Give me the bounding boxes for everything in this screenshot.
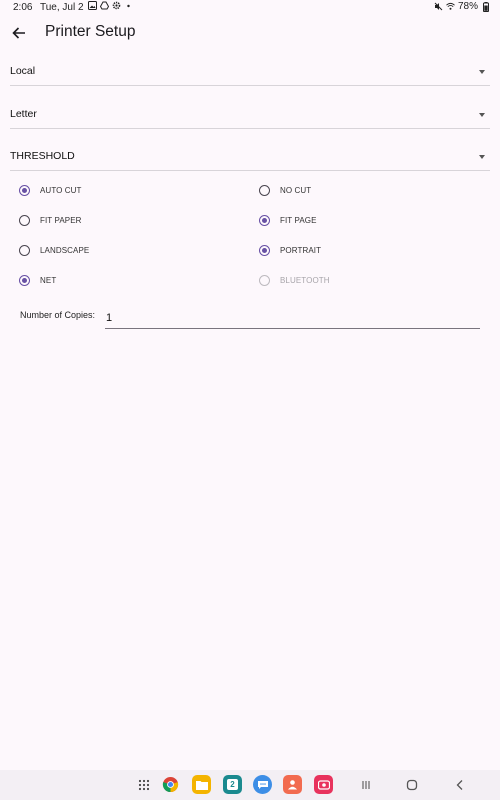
battery-percent: 78% <box>457 1 478 12</box>
gallery-icon <box>88 1 97 10</box>
mute-icon <box>434 2 443 11</box>
copies-input[interactable] <box>105 307 480 329</box>
radio-indicator <box>19 244 30 256</box>
option-label: NET <box>40 275 57 285</box>
option-no-cut[interactable]: NO CUT <box>259 182 311 198</box>
option-label: PORTRAIT <box>280 245 322 255</box>
back-icon[interactable] <box>452 778 468 792</box>
option-bluetooth[interactable]: BLUETOOTH <box>259 272 330 288</box>
radio-indicator <box>259 184 270 196</box>
settings-gear-icon <box>112 1 121 10</box>
option-auto-cut[interactable]: AUTO CUT <box>19 182 82 198</box>
connection-type-dropdown[interactable]: Local <box>10 59 490 86</box>
navigation-bar: 2 <box>0 770 500 800</box>
option-label: BLUETOOTH <box>280 275 330 285</box>
calendar-day: 2 <box>227 779 238 790</box>
option-portrait[interactable]: PORTRAIT <box>259 242 321 258</box>
radio-selected-dot <box>22 277 27 283</box>
chrome-icon[interactable] <box>161 775 180 794</box>
wifi-icon <box>446 2 455 11</box>
option-net[interactable]: NET <box>19 272 56 288</box>
option-label: NO CUT <box>280 185 312 195</box>
dot-icon <box>124 1 133 10</box>
radio-selected-dot <box>262 217 267 223</box>
radio-indicator <box>19 214 30 226</box>
radio-indicator <box>259 244 270 256</box>
notification-icons <box>88 1 133 10</box>
dither-mode-dropdown[interactable]: THRESHOLD <box>10 144 490 171</box>
radio-indicator <box>259 274 270 286</box>
drive-icon <box>100 1 109 10</box>
radio-indicator <box>19 184 30 196</box>
system-status-icons: 78% <box>434 1 490 12</box>
option-label: LANDSCAPE <box>40 245 90 255</box>
arrow-left-icon <box>12 27 25 39</box>
dropdown-arrow-icon <box>479 113 485 117</box>
battery-icon <box>481 1 490 12</box>
copies-label: Number of Copies: <box>20 310 96 320</box>
home-icon[interactable] <box>404 778 420 792</box>
app-drawer-icon[interactable] <box>134 775 153 794</box>
contacts-icon[interactable] <box>283 775 302 794</box>
screen-recorder-icon[interactable] <box>314 775 333 794</box>
option-label: AUTO CUT <box>40 185 82 195</box>
status-time: 2:06 <box>13 2 33 13</box>
paper-size-dropdown[interactable]: Letter <box>10 102 490 129</box>
dropdown-value: THRESHOLD <box>10 150 75 162</box>
dropdown-value: Local <box>10 65 36 77</box>
dropdown-arrow-icon <box>479 155 485 159</box>
radio-indicator <box>19 274 30 286</box>
radio-selected-dot <box>262 247 267 253</box>
option-fit-paper[interactable]: FIT PAPER <box>19 212 82 228</box>
messages-icon[interactable] <box>253 775 272 794</box>
calendar-icon[interactable]: 2 <box>223 775 242 794</box>
back-button[interactable] <box>8 22 30 44</box>
dropdown-value: Letter <box>10 108 37 120</box>
files-icon[interactable] <box>192 775 211 794</box>
option-fit-page[interactable]: FIT PAGE <box>259 212 317 228</box>
option-landscape[interactable]: LANDSCAPE <box>19 242 89 258</box>
radio-indicator <box>259 214 270 226</box>
option-label: FIT PAGE <box>280 215 317 225</box>
status-date: Tue, Jul 2 <box>40 2 84 13</box>
dropdown-arrow-icon <box>479 70 485 74</box>
page-title: Printer Setup <box>45 23 136 40</box>
radio-selected-dot <box>22 187 27 193</box>
status-bar: 2:06 Tue, Jul 2 78% <box>0 0 500 16</box>
recents-icon[interactable] <box>358 778 374 792</box>
option-label: FIT PAPER <box>40 215 82 225</box>
